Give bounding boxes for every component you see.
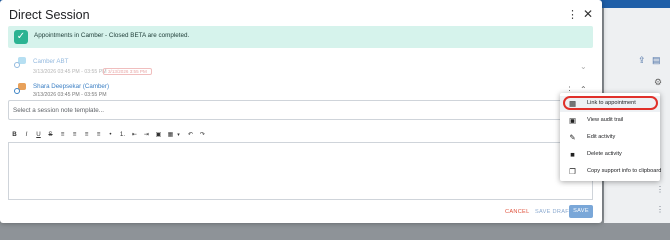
copy-icon: ❐ (569, 167, 576, 176)
more-options-icon[interactable]: ⋮ (656, 186, 664, 194)
check-icon: ✓ (14, 30, 28, 44)
save-draft-button[interactable]: SAVE DRAFT (535, 209, 573, 215)
align-center-icon[interactable]: ≡ (70, 130, 79, 140)
align-left-icon[interactable]: ≡ (58, 130, 67, 140)
pencil-icon: ✎ (569, 133, 576, 142)
save-button[interactable]: SAVE (569, 205, 593, 218)
session-row[interactable]: Camber ABT 3/13/2026 03:45 PM - 03:55 PM… (8, 52, 593, 80)
menu-item-view-audit-trail[interactable]: ▣ View audit trail (560, 113, 660, 129)
note-template-placeholder: Select a session note template... (13, 107, 105, 114)
menu-item-label: Edit activity (587, 134, 616, 140)
italic-icon[interactable]: I (22, 130, 31, 140)
strikethrough-icon[interactable]: S (46, 130, 55, 140)
menu-item-edit-activity[interactable]: ✎ Edit activity (560, 130, 660, 146)
banner-text: Appointments in Camber - Closed BETA are… (34, 32, 190, 39)
bullet-list-icon[interactable]: • (106, 130, 115, 140)
avatar-bubble (14, 88, 20, 94)
menu-item-label: Delete activity (587, 151, 622, 157)
align-justify-icon[interactable]: ≡ (94, 130, 103, 140)
share-icon[interactable]: ⇪ (638, 56, 646, 65)
chevron-down-icon[interactable]: ⌄ (580, 62, 587, 71)
menu-item-copy-support-info[interactable]: ❐ Copy support info to clipboard (560, 164, 662, 180)
redo-icon[interactable]: ↷ (198, 130, 207, 140)
menu-item-label: View audit trail (587, 117, 624, 123)
rich-text-toolbar: B I U S ≡ ≡ ≡ ≡ • 1. ⇤ ⇥ ▣ ▦ ▾ ↶ ↷ (8, 129, 593, 141)
session-avatar-icon (14, 57, 26, 69)
document-icon[interactable]: ▤ (652, 56, 661, 65)
more-vert-icon[interactable]: ⋮ (567, 8, 578, 21)
session-row[interactable]: Shara Deepsekar (Camber) 3/13/2026 03:45… (8, 80, 593, 98)
session-note-template-select[interactable]: Select a session note template... (8, 100, 566, 120)
undo-icon[interactable]: ↶ (186, 130, 195, 140)
more-options-icon[interactable]: ⋮ (656, 206, 664, 214)
session-avatar-icon (14, 83, 26, 95)
menu-item-label: Copy support info to clipboard (587, 168, 662, 174)
settings-icon[interactable]: ⚙ (654, 78, 662, 87)
close-icon[interactable]: ✕ (582, 7, 594, 21)
image-icon[interactable]: ▣ (154, 130, 163, 140)
completion-banner: ✓ Appointments in Camber - Closed BETA a… (8, 26, 593, 48)
underline-icon[interactable]: U (34, 130, 43, 140)
avatar-bubble (14, 62, 20, 68)
cancel-button[interactable]: CANCEL (505, 209, 530, 215)
session-name[interactable]: Shara Deepsekar (Camber) (33, 83, 109, 90)
direct-session-dialog: Direct Session ⋮ ✕ ✓ Appointments in Cam… (0, 0, 602, 223)
status-badge: 3/13/2026 3:55 PM (103, 68, 152, 75)
indent-icon[interactable]: ⇥ (142, 130, 151, 140)
session-time: 3/13/2026 03:45 PM - 03:55 PM (33, 92, 107, 98)
menu-item-delete-activity[interactable]: ■ Delete activity (560, 147, 660, 163)
bold-icon[interactable]: B (10, 130, 19, 140)
terminal-icon: ▣ (568, 116, 577, 125)
trash-icon: ■ (570, 150, 575, 159)
numbered-list-icon[interactable]: 1. (118, 130, 127, 140)
dialog-title: Direct Session (9, 8, 90, 22)
align-right-icon[interactable]: ≡ (82, 130, 91, 140)
session-time: 3/13/2026 03:45 PM - 03:55 PM (33, 69, 107, 75)
chevron-down-icon[interactable]: ▾ (174, 130, 183, 140)
session-name[interactable]: Camber ABT (33, 58, 68, 65)
highlight-annotation (563, 96, 658, 110)
outdent-icon[interactable]: ⇤ (130, 130, 139, 140)
session-note-editor[interactable] (8, 142, 593, 200)
